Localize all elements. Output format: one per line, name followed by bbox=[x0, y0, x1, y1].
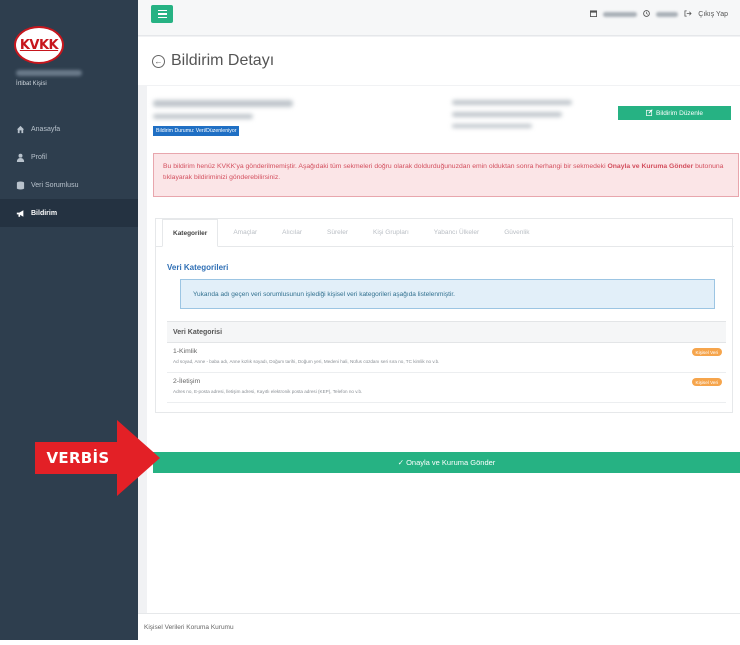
page-header: ← Bildirim Detayı bbox=[138, 37, 740, 85]
sidebar-item-bildirim[interactable]: Bildirim bbox=[0, 199, 138, 227]
logout-link[interactable]: Çıkış Yap bbox=[698, 11, 728, 18]
sidebar-item-profil[interactable]: Profil bbox=[0, 143, 138, 171]
edit-icon bbox=[646, 108, 653, 118]
table-header: Veri Kategorisi bbox=[167, 321, 726, 343]
logo-text: KVKK bbox=[19, 37, 59, 53]
sidebar-item-label: Veri Sorumlusu bbox=[31, 181, 79, 189]
tab-bar: Kategoriler Amaçlar Alıcılar Süreler Kiş… bbox=[156, 219, 734, 247]
blurred-info bbox=[153, 114, 253, 119]
footer: Kişisel Verileri Koruma Kurumu bbox=[138, 613, 740, 640]
app-window: KVKK İrtibat Kişisi Anasayfa Profil Veri… bbox=[0, 0, 740, 640]
time-blurred bbox=[656, 12, 679, 17]
sidebar-item-veri-sorumlusu[interactable]: Veri Sorumlusu bbox=[0, 171, 138, 199]
category-table: Veri Kategorisi 1-Kimlik Ad soyad, Anne … bbox=[167, 321, 726, 403]
table-row: 2-İletişim Adres no, E-posta adresi, İle… bbox=[167, 373, 726, 403]
category-tag: Kişisel Veri bbox=[691, 378, 722, 386]
blurred-info bbox=[452, 100, 572, 105]
user-icon bbox=[16, 153, 25, 162]
row-title: 1-Kimlik bbox=[173, 348, 198, 355]
alert-text-1: Bu bildirim henüz KVKK'ya gönderilmemişt… bbox=[163, 163, 606, 170]
tabs-card: Kategoriler Amaçlar Alıcılar Süreler Kiş… bbox=[155, 218, 734, 413]
tab-alicilar[interactable]: Alıcılar bbox=[272, 218, 312, 246]
sidebar-item-label: Profil bbox=[31, 153, 47, 161]
hamburger-line bbox=[157, 16, 167, 19]
sidebar: KVKK İrtibat Kişisi Anasayfa Profil Veri… bbox=[0, 0, 138, 640]
sidebar-item-label: Anasayfa bbox=[31, 125, 61, 133]
page-title: Bildirim Detayı bbox=[171, 52, 275, 69]
kvkk-logo[interactable]: KVKK bbox=[14, 26, 64, 64]
top-bar: Çıkış Yap bbox=[138, 0, 740, 36]
hamburger-line bbox=[157, 9, 167, 12]
sidebar-item-anasayfa[interactable]: Anasayfa bbox=[0, 115, 138, 143]
date-blurred bbox=[603, 12, 638, 17]
warning-alert: Bu bildirim henüz KVKK'ya gönderilmemişt… bbox=[153, 153, 739, 197]
blurred-info bbox=[452, 112, 562, 117]
info-box: Yukarıda adı geçen veri sorumlusunun işl… bbox=[180, 279, 715, 309]
status-badge: Bildirim Durumu: Veri/Düzenleniyor bbox=[153, 126, 240, 136]
tab-amaclar[interactable]: Amaçlar bbox=[223, 218, 267, 246]
database-icon bbox=[16, 180, 25, 190]
back-arrow-icon[interactable]: ← bbox=[152, 54, 165, 68]
blurred-info bbox=[452, 124, 532, 128]
clock-icon bbox=[643, 10, 651, 19]
calendar-icon bbox=[590, 10, 598, 19]
top-right-info: Çıkış Yap bbox=[590, 10, 728, 19]
category-tag: Kişisel Veri bbox=[691, 348, 722, 356]
hamburger-line bbox=[157, 13, 167, 15]
megaphone-icon bbox=[16, 209, 25, 218]
tab-kategoriler[interactable]: Kategoriler bbox=[162, 219, 219, 247]
row-description: Adres no, E-posta adresi, İletişim adres… bbox=[173, 389, 363, 394]
logout-icon bbox=[684, 10, 692, 19]
row-title: 2-İletişim bbox=[173, 378, 201, 385]
approve-and-send-button[interactable]: ✓ Onayla ve Kuruma Gönder bbox=[153, 452, 740, 473]
tab-sureler[interactable]: Süreler bbox=[317, 218, 358, 246]
user-role: İrtibat Kişisi bbox=[16, 81, 47, 87]
tab-guvenlik[interactable]: Güvenlik bbox=[494, 218, 539, 246]
tab-kisi-gruplari[interactable]: Kişi Grupları bbox=[363, 218, 419, 246]
home-icon bbox=[16, 125, 25, 134]
edit-button-label: Bildirim Düzenle bbox=[656, 109, 703, 117]
bottom-margin bbox=[0, 640, 740, 645]
alert-bold-text: Onayla ve Kuruma Gönder bbox=[607, 163, 694, 170]
table-row: 1-Kimlik Ad soyad, Anne - baba adı, Anne… bbox=[167, 343, 726, 373]
edit-notification-button[interactable]: Bildirim Düzenle bbox=[618, 106, 731, 120]
annotation-label: VERBİS bbox=[46, 448, 110, 467]
menu-toggle-button[interactable] bbox=[151, 5, 173, 23]
sidebar-nav: Anasayfa Profil Veri Sorumlusu Bildirim bbox=[0, 115, 138, 227]
user-name-blurred bbox=[16, 70, 82, 76]
main-panel: Bildirim Durumu: Veri/Düzenleniyor Bildi… bbox=[147, 86, 740, 626]
tab-yabanci-ulkeler[interactable]: Yabancı Ülkeler bbox=[424, 218, 489, 246]
row-description: Ad soyad, Anne - baba adı, Anne kızlık s… bbox=[173, 359, 440, 364]
sidebar-item-label: Bildirim bbox=[31, 209, 58, 217]
section-title: Veri Kategorileri bbox=[167, 263, 229, 272]
blurred-info bbox=[153, 100, 293, 107]
